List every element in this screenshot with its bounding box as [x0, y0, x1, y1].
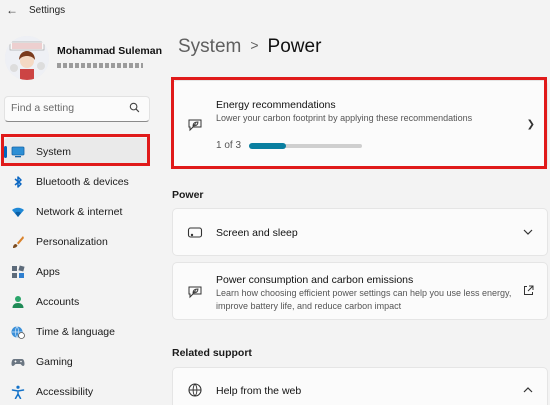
sidebar-item-label: Apps	[36, 266, 60, 278]
sidebar-item-personalization[interactable]: Personalization	[4, 228, 150, 256]
progress-text: 1 of 3	[216, 140, 242, 151]
search-box[interactable]	[4, 96, 150, 122]
chevron-down-icon	[523, 229, 533, 235]
sidebar-item-label: Gaming	[36, 356, 73, 368]
globe-clock-icon	[11, 326, 25, 339]
accessibility-icon	[11, 385, 25, 399]
sidebar-item-system[interactable]: System	[4, 138, 150, 166]
search-icon[interactable]	[129, 102, 140, 113]
title-bar: ← Settings	[0, 0, 550, 22]
sidebar-item-label: Personalization	[36, 236, 108, 248]
breadcrumb: System > Power	[178, 36, 321, 58]
sidebar-item-apps[interactable]: Apps	[4, 258, 150, 286]
search-input[interactable]	[11, 102, 123, 114]
sidebar-item-label: Accessibility	[36, 386, 94, 398]
leaf-icon	[188, 119, 202, 132]
breadcrumb-parent[interactable]: System	[178, 36, 241, 57]
user-email-redacted	[57, 63, 143, 68]
globe-icon	[188, 383, 202, 397]
chevron-right-icon: ❯	[526, 119, 535, 130]
card-title: Screen and sleep	[216, 227, 298, 239]
gamepad-icon	[11, 359, 25, 366]
sidebar-item-label: Time & language	[36, 326, 115, 338]
progress-bar	[249, 143, 362, 149]
bluetooth-icon	[14, 176, 22, 188]
sidebar-item-gaming[interactable]: Gaming	[4, 348, 150, 376]
sidebar-item-label: Accounts	[36, 296, 80, 308]
sidebar-item-time-language[interactable]: Time & language	[4, 318, 150, 346]
user-name: Mohammad Suleman	[57, 45, 163, 57]
system-icon	[11, 146, 25, 158]
power-consumption-card[interactable]: Power consumption and carbon emissions L…	[172, 262, 548, 320]
section-heading-power: Power	[172, 189, 204, 201]
card-title: Help from the web	[216, 385, 302, 397]
sidebar-item-bluetooth[interactable]: Bluetooth & devices	[4, 168, 150, 196]
sidebar-item-label: Network & internet	[36, 206, 123, 218]
sidebar-item-label: Bluetooth & devices	[36, 176, 129, 188]
leaf-icon	[188, 286, 202, 299]
screen-and-sleep-card[interactable]: Screen and sleep	[172, 208, 548, 256]
sidebar-item-label: System	[36, 146, 72, 158]
section-heading-related-support: Related support	[172, 347, 252, 359]
brush-icon	[13, 236, 24, 248]
breadcrumb-separator: >	[250, 37, 259, 53]
help-from-web-card[interactable]: Help from the web	[172, 367, 548, 405]
apps-icon	[12, 265, 25, 278]
energy-recommendations-card[interactable]: Energy recommendations Lower your carbon…	[172, 80, 548, 168]
progress-fill	[249, 143, 287, 149]
chevron-up-icon	[523, 387, 533, 393]
card-description: Learn how choosing efficient power setti…	[216, 288, 512, 311]
avatar[interactable]	[5, 36, 49, 80]
person-icon	[12, 296, 24, 308]
card-title: Power consumption and carbon emissions	[216, 274, 414, 286]
sidebar-item-accessibility[interactable]: Accessibility	[4, 378, 150, 405]
back-arrow-icon[interactable]: ←	[6, 3, 18, 17]
card-title: Energy recommendations	[216, 99, 336, 111]
page-title: Power	[267, 36, 322, 57]
card-description: Lower your carbon footprint by applying …	[216, 113, 473, 123]
external-link-icon	[524, 285, 534, 295]
app-title: Settings	[29, 5, 66, 16]
wifi-icon	[12, 207, 24, 217]
screen-sleep-icon	[187, 227, 203, 238]
sidebar-item-accounts[interactable]: Accounts	[4, 288, 150, 316]
sidebar-item-network[interactable]: Network & internet	[4, 198, 150, 226]
